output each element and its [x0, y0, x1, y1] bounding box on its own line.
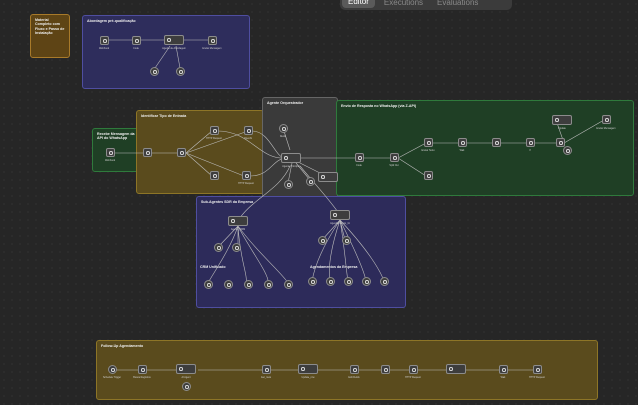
http-request-node[interactable]: [242, 171, 251, 180]
split-out-node[interactable]: [390, 153, 399, 162]
send-message-node[interactable]: [424, 171, 433, 180]
ai-agent-node[interactable]: [176, 364, 196, 374]
switch-node[interactable]: [177, 148, 186, 157]
node-label: HTTP Request: [238, 182, 254, 185]
node-label: Redis: [279, 135, 287, 138]
get-rows-node[interactable]: [262, 365, 271, 374]
send-message-node[interactable]: [208, 36, 217, 45]
node-label: Enviar Mensagem: [202, 47, 222, 50]
wait-node[interactable]: [381, 365, 390, 374]
webhook-node[interactable]: [100, 36, 109, 45]
node-label: HTTP Request: [206, 137, 222, 140]
scheduling-agent-node[interactable]: [330, 210, 350, 220]
node-label: Update_row: [301, 376, 315, 379]
schedule-tool-icon[interactable]: [308, 277, 317, 286]
edit-fields-node[interactable]: [350, 365, 359, 374]
memory-node[interactable]: [306, 177, 315, 186]
node-label: Enviar Mensagem: [596, 127, 616, 130]
node-label: Wait: [500, 376, 506, 379]
crm-tool-icon[interactable]: [264, 280, 273, 289]
node-label: HTTP Request: [529, 376, 545, 379]
merge-node[interactable]: [556, 138, 565, 147]
wait-node[interactable]: [499, 365, 508, 374]
node-label: If: [529, 149, 531, 152]
schedule-tool-icon[interactable]: [326, 277, 335, 286]
node-label: AI Agent: [181, 376, 191, 379]
node-label: Edit Fields: [348, 376, 360, 379]
model-node[interactable]: [214, 243, 223, 252]
if-node[interactable]: [526, 138, 535, 147]
model-node[interactable]: [284, 180, 293, 189]
node-label: Split Out: [389, 164, 399, 167]
connection-wires: [108, 39, 605, 371]
node-label: Code: [133, 47, 139, 50]
filter-node[interactable]: [143, 148, 152, 157]
crm-tool-icon[interactable]: [244, 280, 253, 289]
node-label: HTTP Request: [405, 376, 421, 379]
tool-node[interactable]: [318, 172, 338, 182]
node-label: Webhook: [104, 159, 116, 162]
schedule-tool-icon[interactable]: [344, 277, 353, 286]
memory-node[interactable]: [232, 243, 241, 252]
node-label: OpenAI: [243, 137, 253, 140]
node-label: Webhook: [98, 47, 110, 50]
node-label: Agente de Abordagem: [162, 47, 186, 50]
http-request-node[interactable]: [409, 365, 418, 374]
node-label: Get_rows: [260, 376, 272, 379]
update-node[interactable]: [552, 115, 572, 125]
schedule-tool-icon[interactable]: [380, 277, 389, 286]
main-agent-node[interactable]: [281, 153, 301, 163]
update-row-node[interactable]: [298, 364, 318, 374]
http-request-node[interactable]: [210, 126, 219, 135]
redis-node[interactable]: [279, 124, 288, 133]
node-label: Code: [356, 164, 362, 167]
code-node[interactable]: [132, 36, 141, 45]
send-message-node[interactable]: [602, 115, 611, 124]
ai-agent-node[interactable]: [164, 35, 184, 45]
memory-node[interactable]: [176, 67, 185, 76]
memory-node[interactable]: [342, 236, 351, 245]
node-label: Agendamentos_IA: [330, 222, 350, 225]
crm-tool-icon[interactable]: [284, 280, 293, 289]
node-label: Agente Principal: [282, 165, 300, 168]
crm-agent-node[interactable]: [228, 216, 248, 226]
http-request-node[interactable]: [533, 365, 542, 374]
node-label: Agente_CRM: [230, 228, 246, 231]
node-label: Busca Registros: [133, 376, 151, 379]
schedule-trigger-node[interactable]: [108, 365, 117, 374]
code-node[interactable]: [210, 171, 219, 180]
crm-tool-icon[interactable]: [224, 280, 233, 289]
model-node[interactable]: [150, 67, 159, 76]
http-request-node[interactable]: [492, 138, 501, 147]
openai-node[interactable]: [244, 126, 253, 135]
code-node[interactable]: [355, 153, 364, 162]
model-node[interactable]: [318, 236, 327, 245]
search-records-node[interactable]: [138, 365, 147, 374]
node-label: Schedule Trigger: [102, 376, 122, 379]
model-node[interactable]: [182, 382, 191, 391]
node-label: Wait: [459, 149, 465, 152]
node-label: Update: [558, 127, 566, 130]
wait-node[interactable]: [458, 138, 467, 147]
node-label: Enviar Texto: [421, 149, 435, 152]
crm-tool-icon[interactable]: [204, 280, 213, 289]
agent-node[interactable]: [446, 364, 466, 374]
webhook-node[interactable]: [106, 148, 115, 157]
schedule-node[interactable]: [563, 146, 572, 155]
schedule-tool-icon[interactable]: [362, 277, 371, 286]
send-text-node[interactable]: [424, 138, 433, 147]
